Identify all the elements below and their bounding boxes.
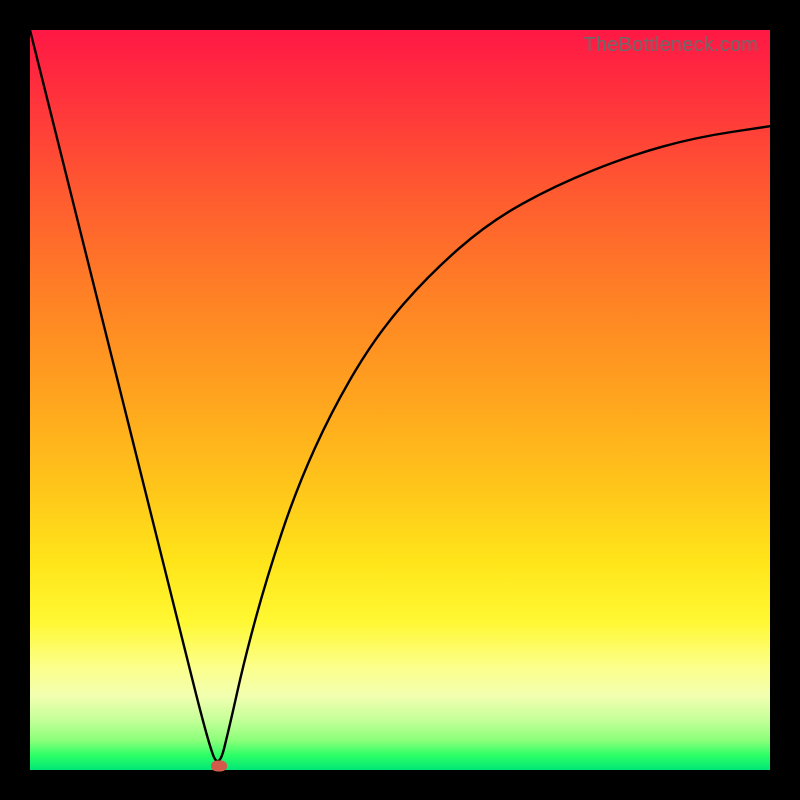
bottleneck-curve: [30, 30, 770, 770]
minimum-marker: [211, 761, 227, 772]
chart-frame: TheBottleneck.com: [0, 0, 800, 800]
plot-area: TheBottleneck.com: [30, 30, 770, 770]
